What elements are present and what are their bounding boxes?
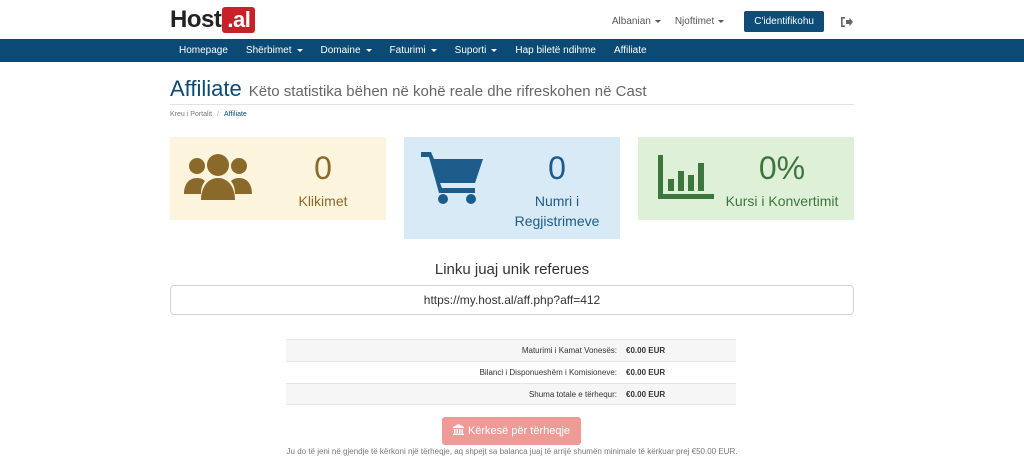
nav-item-suporti[interactable]: Suporti — [446, 39, 507, 62]
summary-value: €0.00 EUR — [626, 389, 666, 399]
summary-label: Bilanci i Disponueshëm i Komisioneve: — [479, 368, 617, 377]
language-label: Albanian — [611, 16, 651, 27]
withdraw-label: Kërkesë për tërheqje — [467, 425, 571, 437]
summary-row: Bilanci i Disponueshëm i Komisioneve: €0… — [286, 361, 736, 383]
summary-label: Maturimi i Kamat Vonesës: — [521, 346, 617, 355]
stat-clicks-value: 0 — [314, 150, 332, 186]
breadcrumb-current: Affiliate — [223, 111, 247, 118]
referral-heading: Linku juaj unik referues — [434, 261, 590, 278]
nav-item-label: Suporti — [454, 45, 487, 56]
nav-item-label: Shërbimet — [245, 45, 292, 56]
nav-item-hap-bilet-ndihme[interactable]: Hap biletë ndihme — [506, 39, 605, 62]
breadcrumb-separator: / — [217, 111, 219, 118]
stat-signups-body: 0 Numri i Regjistrimeve — [498, 149, 616, 231]
nav-item-label: Homepage — [179, 45, 228, 56]
withdraw-note: Ju do të jeni në gjendje të kërkoni një … — [286, 447, 738, 456]
site-logo[interactable]: Host .al — [170, 6, 256, 33]
logo-badge: .al — [222, 7, 256, 33]
chevron-down-icon — [430, 49, 437, 52]
stat-conversion-value: 0% — [758, 150, 806, 186]
nav-item-faturimi[interactable]: Faturimi — [381, 39, 446, 62]
summary-label: Shuma totale e tërhequr: — [528, 389, 617, 399]
bar-chart-icon — [652, 151, 720, 203]
notifications-label: Njoftimet — [674, 16, 715, 27]
chevron-down-icon — [296, 49, 303, 52]
nav-item-label: Domaine — [320, 45, 361, 56]
commission-summary: Maturimi i Kamat Vonesës: €0.00 EUR Bila… — [286, 339, 736, 405]
nav-item-label: Faturimi — [389, 45, 426, 56]
top-right-menu: Albanian Njoftimet C'identifikohu — [612, 11, 854, 32]
language-dropdown[interactable]: Albanian — [612, 16, 661, 27]
chevron-down-icon — [654, 20, 661, 23]
nav-item-affiliate[interactable]: Affiliate — [605, 39, 656, 62]
chevron-down-icon — [365, 49, 372, 52]
withdraw-request-button[interactable]: Kërkesë për tërheqje — [442, 417, 581, 445]
stat-conversion-label: Kursi i Konvertimit — [725, 193, 839, 209]
users-icon — [184, 151, 252, 203]
sign-out-icon[interactable] — [838, 14, 854, 30]
stat-conversion-body: 0% Kursi i Konvertimit — [714, 149, 850, 211]
chevron-down-icon — [718, 20, 725, 23]
summary-value: €0.00 EUR — [626, 368, 666, 377]
login-button[interactable]: C'identifikohu — [744, 11, 824, 32]
breadcrumb: Kreu i Portalit / Affiliate — [170, 111, 247, 118]
page-subtitle: Këto statistika bëhen në kohë reale dhe … — [248, 83, 647, 100]
summary-row: Maturimi i Kamat Vonesës: €0.00 EUR — [286, 339, 736, 361]
chevron-down-icon — [491, 49, 498, 52]
nav-items: Homepage Shërbimet Domaine Faturimi Suporti H… — [170, 39, 656, 62]
summary-value: €0.00 EUR — [626, 346, 666, 355]
stat-signups-label: Numri i Regjistrimeve — [514, 193, 600, 229]
summary-row: Shuma totale e tërhequr: €0.00 EUR — [286, 383, 736, 405]
stat-clicks-body: 0 Klikimet — [264, 149, 382, 211]
notifications-dropdown[interactable]: Njoftimet — [674, 16, 725, 27]
referral-link-field[interactable]: https://my.host.al/aff.php?aff=412 — [170, 285, 854, 315]
stat-signups: 0 Numri i Regjistrimeve — [404, 137, 620, 239]
top-bar: Host .al Albanian Njoftimet C'identifikoh… — [0, 0, 1024, 39]
stat-conversion: 0% Kursi i Konvertimit — [638, 137, 854, 220]
nav-item-domaine[interactable]: Domaine — [312, 39, 381, 62]
nav-item-sh-rbimet[interactable]: Shërbimet — [237, 39, 312, 62]
cart-icon — [418, 151, 486, 204]
nav-item-label: Affiliate — [613, 45, 647, 56]
breadcrumb-home[interactable]: Kreu i Portalit — [170, 111, 212, 118]
bank-icon — [452, 424, 464, 438]
stat-signups-value: 0 — [548, 150, 566, 186]
stat-clicks: 0 Klikimet — [170, 137, 386, 220]
main-navbar: Homepage Shërbimet Domaine Faturimi Suporti H… — [0, 39, 1024, 62]
nav-item-label: Hap biletë ndihme — [515, 45, 596, 56]
nav-item-homepage[interactable]: Homepage — [170, 39, 237, 62]
logo-text: Host — [170, 6, 222, 33]
stat-clicks-label: Klikimet — [298, 193, 348, 209]
page-header: Affiliate Këto statistika bëhen në kohë … — [170, 76, 854, 105]
page-title: Affiliate — [170, 76, 242, 101]
